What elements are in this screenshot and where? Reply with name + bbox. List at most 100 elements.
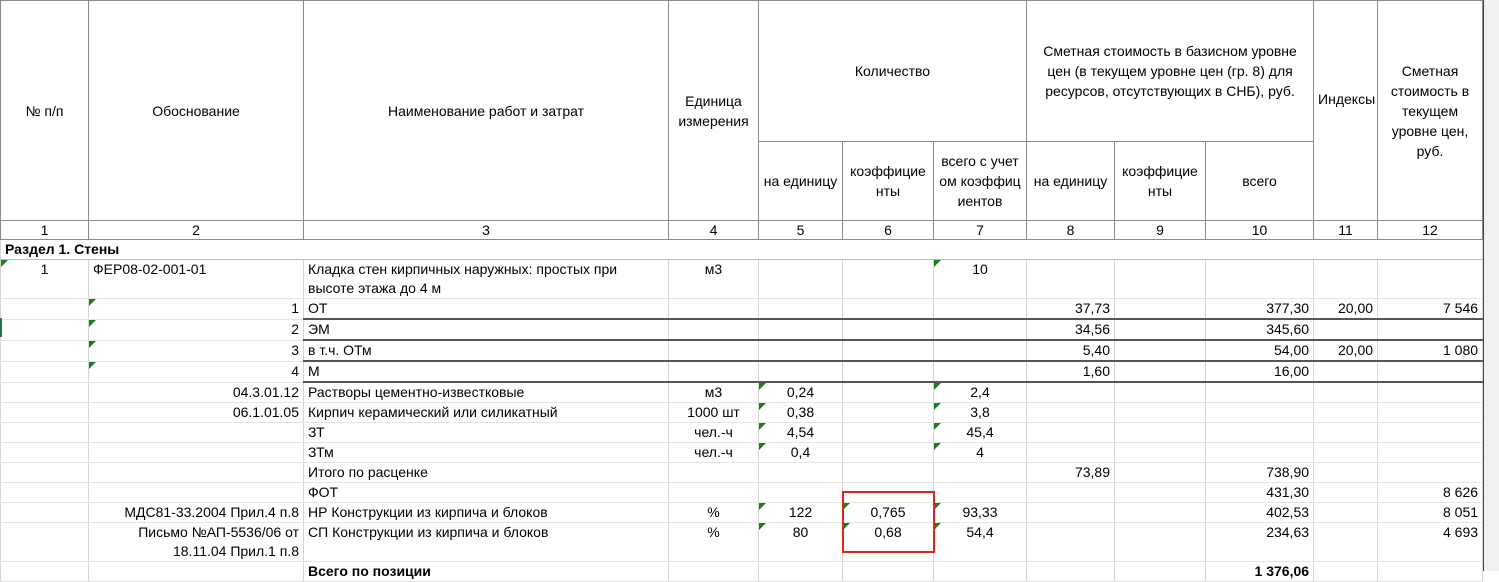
cell-number[interactable]: 1	[0, 259, 89, 299]
cell-basis[interactable]: ФЕР08-02-001-01	[88, 259, 304, 299]
cell-basis[interactable]	[88, 442, 304, 463]
cell-number[interactable]	[0, 482, 89, 503]
cell-qty-per-unit[interactable]	[758, 319, 843, 341]
cell-cost-per-unit[interactable]	[1026, 402, 1115, 423]
cell-cost-total[interactable]: 402,53	[1204, 502, 1315, 523]
cell-qty-coef[interactable]	[842, 422, 934, 443]
cell-qty-total[interactable]: 93,33	[933, 502, 1027, 523]
cell-index[interactable]	[1313, 502, 1379, 523]
cell-cost-coef[interactable]	[1114, 298, 1206, 320]
cell-index[interactable]	[1313, 361, 1379, 383]
cell-name[interactable]: Кладка стен кирпичных наружных: простых …	[303, 259, 669, 299]
cell-cost-coef[interactable]	[1114, 482, 1206, 503]
cell-cost-total[interactable]: 377,30	[1204, 298, 1315, 320]
cell-basis[interactable]: 4	[88, 361, 304, 383]
cell-name[interactable]: Растворы цементно-известковые	[303, 382, 669, 403]
cell-cost-coef[interactable]	[1114, 561, 1206, 582]
cell-qty-per-unit[interactable]	[758, 259, 843, 299]
cell-current-cost[interactable]	[1377, 361, 1484, 383]
cell-qty-coef[interactable]	[842, 402, 934, 423]
cell-cost-coef[interactable]	[1114, 340, 1206, 362]
cell-number[interactable]	[0, 502, 89, 523]
cell-current-cost[interactable]	[1377, 259, 1484, 299]
cell-basis[interactable]: 04.3.01.12	[88, 382, 304, 403]
cell-current-cost[interactable]	[1377, 422, 1484, 443]
cell-current-cost[interactable]	[1377, 402, 1484, 423]
cell-cost-per-unit[interactable]: 5,40	[1026, 340, 1115, 362]
cell-basis[interactable]	[88, 561, 304, 582]
cell-current-cost[interactable]: 1 080	[1377, 340, 1484, 362]
cell-number[interactable]	[0, 422, 89, 443]
cell-unit[interactable]	[668, 298, 759, 320]
cell-index[interactable]: 20,00	[1313, 298, 1379, 320]
cell-qty-coef[interactable]	[842, 462, 934, 483]
cell-qty-total[interactable]: 10	[933, 259, 1027, 299]
cell-cost-coef[interactable]	[1114, 402, 1206, 423]
cell-name[interactable]: в т.ч. ОТм	[303, 340, 669, 362]
cell-cost-per-unit[interactable]	[1026, 522, 1115, 562]
cell-cost-per-unit[interactable]	[1026, 442, 1115, 463]
cell-unit[interactable]: 1000 шт	[668, 402, 759, 423]
cell-index[interactable]	[1313, 462, 1379, 483]
cell-number[interactable]	[0, 561, 89, 582]
cell-cost-per-unit[interactable]: 37,73	[1026, 298, 1115, 320]
cell-name[interactable]: ЗТ	[303, 422, 669, 443]
cell-cost-per-unit[interactable]: 34,56	[1026, 319, 1115, 341]
cell-index[interactable]	[1313, 522, 1379, 562]
cell-qty-total[interactable]	[933, 298, 1027, 320]
cell-qty-per-unit[interactable]	[758, 340, 843, 362]
cell-index[interactable]	[1313, 422, 1379, 443]
cell-cost-total[interactable]: 234,63	[1204, 522, 1315, 562]
cell-name[interactable]: СП Конструкции из кирпича и блоков	[303, 522, 669, 562]
cell-cost-coef[interactable]	[1114, 502, 1206, 523]
cell-number[interactable]	[0, 442, 89, 463]
cell-qty-coef[interactable]	[842, 259, 934, 299]
cell-number[interactable]	[0, 462, 89, 483]
cell-cost-total[interactable]	[1204, 442, 1315, 463]
cell-qty-coef[interactable]	[842, 319, 934, 341]
cell-qty-per-unit[interactable]	[758, 561, 843, 582]
cell-qty-total[interactable]	[933, 561, 1027, 582]
cell-qty-per-unit[interactable]: 122	[758, 502, 843, 523]
cell-qty-per-unit[interactable]: 4,54	[758, 422, 843, 443]
cell-index[interactable]	[1313, 442, 1379, 463]
cell-basis[interactable]: 06.1.01.05	[88, 402, 304, 423]
cell-index[interactable]	[1313, 319, 1379, 341]
cell-number[interactable]	[0, 522, 89, 562]
cell-cost-total[interactable]	[1204, 382, 1315, 403]
cell-name[interactable]: М	[303, 361, 669, 383]
cell-cost-coef[interactable]	[1114, 361, 1206, 383]
cell-current-cost[interactable]: 8 626	[1377, 482, 1484, 503]
cell-basis[interactable]: МДС81-33.2004 Прил.4 п.8	[88, 502, 304, 523]
cell-qty-per-unit[interactable]	[758, 361, 843, 383]
cell-basis[interactable]	[88, 482, 304, 503]
cell-index[interactable]: 20,00	[1313, 340, 1379, 362]
cell-cost-per-unit[interactable]	[1026, 382, 1115, 403]
cell-name[interactable]: ЗТм	[303, 442, 669, 463]
cell-unit[interactable]: чел.-ч	[668, 442, 759, 463]
cell-cost-per-unit[interactable]: 73,89	[1026, 462, 1115, 483]
cell-unit[interactable]	[668, 361, 759, 383]
cell-basis[interactable]	[88, 422, 304, 443]
cell-qty-total[interactable]	[933, 482, 1027, 503]
cell-index[interactable]	[1313, 561, 1379, 582]
cell-number[interactable]	[0, 382, 89, 403]
cell-cost-total[interactable]	[1204, 259, 1315, 299]
cell-cost-coef[interactable]	[1114, 442, 1206, 463]
cell-cost-per-unit[interactable]	[1026, 259, 1115, 299]
cell-qty-per-unit[interactable]	[758, 298, 843, 320]
cell-qty-coef[interactable]	[842, 561, 934, 582]
cell-qty-total[interactable]: 4	[933, 442, 1027, 463]
cell-qty-total[interactable]	[933, 319, 1027, 341]
cell-number[interactable]	[0, 298, 89, 320]
cell-basis[interactable]: Письмо №АП-5536/06 от 18.11.04 Прил.1 п.…	[88, 522, 304, 562]
cell-index[interactable]	[1313, 402, 1379, 423]
cell-unit[interactable]: м3	[668, 259, 759, 299]
cell-name[interactable]: ЭМ	[303, 319, 669, 341]
cell-basis[interactable]	[88, 462, 304, 483]
cell-qty-total[interactable]: 54,4	[933, 522, 1027, 562]
cell-name[interactable]: ФОТ	[303, 482, 669, 503]
cell-qty-per-unit[interactable]: 80	[758, 522, 843, 562]
cell-qty-total[interactable]: 3,8	[933, 402, 1027, 423]
cell-name[interactable]: Всего по позиции	[303, 561, 669, 582]
